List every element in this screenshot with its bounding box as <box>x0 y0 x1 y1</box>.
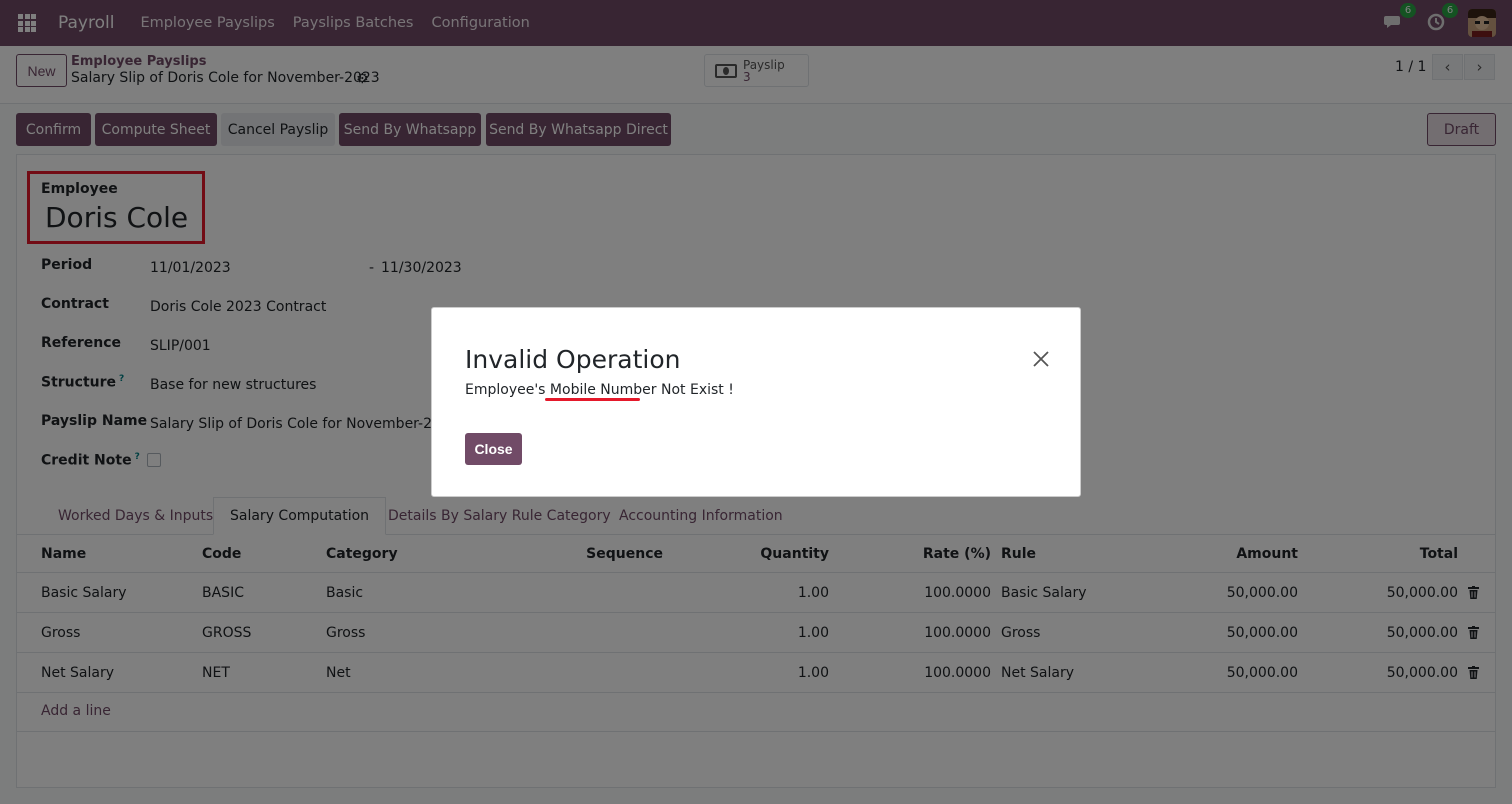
annotation-underline <box>545 398 640 401</box>
close-button[interactable]: Close <box>465 433 522 465</box>
error-dialog: Invalid Operation Employee's Mobile Numb… <box>431 307 1081 497</box>
close-icon[interactable] <box>1032 350 1050 368</box>
dialog-title: Invalid Operation <box>465 345 681 374</box>
dialog-message: Employee's Mobile Number Not Exist ! <box>465 382 734 398</box>
